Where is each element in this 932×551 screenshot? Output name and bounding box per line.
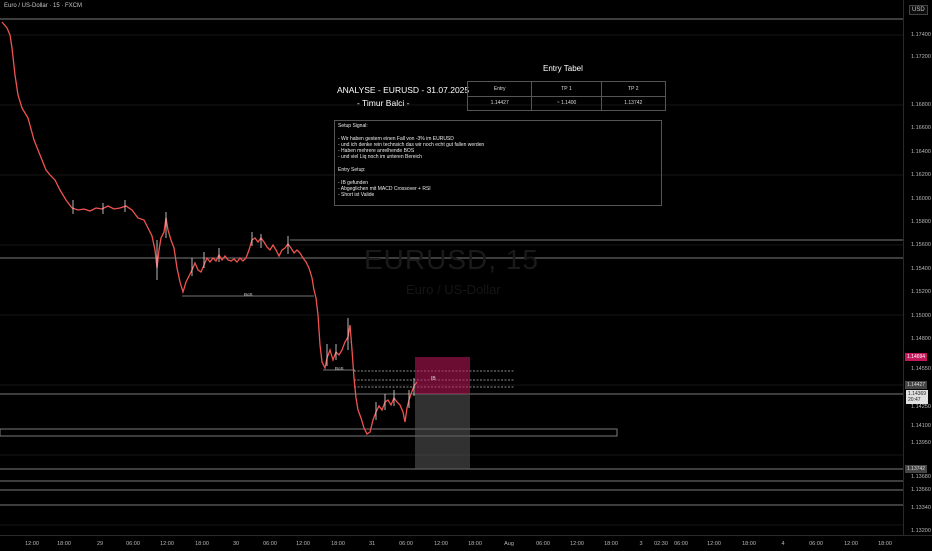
symbol-watermark: EURUSD, 15: [364, 244, 539, 275]
time-axis-label: 18:00: [742, 541, 756, 547]
time-axis-label: 06:00: [536, 541, 550, 547]
price-axis-label: 1.15200: [911, 289, 931, 295]
time-axis-label: 18:00: [468, 541, 482, 547]
entry-price-tag: 1.14427: [905, 381, 928, 389]
time-axis-label: 18:00: [331, 541, 345, 547]
time-axis-label: 12:00: [434, 541, 448, 547]
price-axis-label: 1.17400: [911, 32, 931, 38]
bos-lines: [182, 295, 355, 371]
price-axis-label: 1.16200: [911, 172, 931, 178]
price-axis-label: 1.15800: [911, 219, 931, 225]
entry-table: Entry TP 1 TP 2 1.14427 ~ 1.1400 1.13742: [466, 81, 667, 111]
analysis-title: ANALYSE - EURUSD - 31.07.2025: [337, 85, 470, 95]
setup-notes-box: Setup Signal: - Wir haben gestern einen …: [334, 120, 662, 206]
candle-timer: 20:47: [908, 397, 921, 403]
price-axis-label: 1.14100: [911, 423, 931, 429]
price-axis-label: 1.15600: [911, 242, 931, 248]
entry-header: Entry: [466, 81, 533, 97]
price-axis-label: 1.16400: [911, 149, 931, 155]
time-axis-label: 12:00: [25, 541, 39, 547]
stop-price-tag: 1.14694: [905, 353, 928, 361]
name-watermark: Euro / US-Dollar: [406, 282, 501, 297]
take-profit-zone: [415, 394, 470, 469]
price-axis-label: 1.15400: [911, 266, 931, 272]
current-price-tag: 1.14369 20:47: [906, 390, 929, 404]
tp1-value: ~ 1.1400: [531, 95, 602, 111]
time-axis-label: 12:00: [844, 541, 858, 547]
analysis-author: - Timur Balci -: [357, 98, 410, 108]
stop-loss-zone: [415, 357, 470, 394]
entry-table-header-row: Entry TP 1 TP 2: [466, 81, 667, 97]
tp2-price-tag: 1.13742: [905, 465, 928, 473]
time-axis-label: 4: [781, 541, 785, 547]
time-axis-label: 06:00: [126, 541, 140, 547]
time-axis-label: 31: [368, 541, 376, 547]
time-axis-label: 12:00: [570, 541, 584, 547]
time-axis-label: 18:00: [57, 541, 71, 547]
price-line: [1, 21, 418, 435]
time-axis-label: 18:00: [195, 541, 209, 547]
tp2-header: TP 2: [600, 81, 667, 97]
price-axis-label: 1.16000: [911, 196, 931, 202]
time-axis-label: 3: [639, 541, 643, 547]
tp1-header: TP 1: [531, 81, 602, 97]
price-axis-label: 1.13680: [911, 474, 931, 480]
ib-label: IB: [431, 376, 436, 382]
price-axis-label: 1.14550: [911, 366, 931, 372]
price-axis-label: 1.13950: [911, 440, 931, 446]
time-axis-label: 30: [232, 541, 240, 547]
time-axis-label: 18:00: [604, 541, 618, 547]
symbol-title[interactable]: Euro / US-Dollar · 15 · FXCM: [4, 3, 82, 9]
entry-table-value-row: 1.14427 ~ 1.1400 1.13742: [466, 95, 667, 111]
price-axis-label: 1.13560: [911, 487, 931, 493]
time-axis-label: 06:00: [399, 541, 413, 547]
time-axis-label: 29: [96, 541, 104, 547]
bos-label: BoS: [335, 366, 344, 371]
price-axis-label: 1.15000: [911, 313, 931, 319]
price-axis-label: 1.16800: [911, 102, 931, 108]
time-axis-label: 02:30: [654, 541, 668, 547]
time-axis-label: Aug: [504, 541, 514, 547]
price-axis-label: 1.14800: [911, 336, 931, 342]
price-axis-label: 1.13200: [911, 528, 931, 534]
time-axis-label: 06:00: [263, 541, 277, 547]
time-axis-label: 12:00: [707, 541, 721, 547]
tp2-value: 1.13742: [600, 95, 667, 111]
time-axis-label: 12:00: [160, 541, 174, 547]
price-axis-label: 1.16600: [911, 125, 931, 131]
time-axis-label: 18:00: [878, 541, 892, 547]
time-axis-label: 06:00: [674, 541, 688, 547]
price-axis-label: 1.13340: [911, 505, 931, 511]
price-axis-label: 1.17200: [911, 54, 931, 60]
entry-table-title: Entry Tabel: [543, 64, 583, 73]
entry-value: 1.14427: [466, 95, 533, 111]
notes-line: - Short ist Valide: [338, 192, 375, 199]
time-axis-label: 12:00: [296, 541, 310, 547]
time-axis-label: 06:00: [809, 541, 823, 547]
bos-label: BoS: [244, 292, 253, 297]
price-axis-label: 1.14250: [911, 404, 931, 410]
